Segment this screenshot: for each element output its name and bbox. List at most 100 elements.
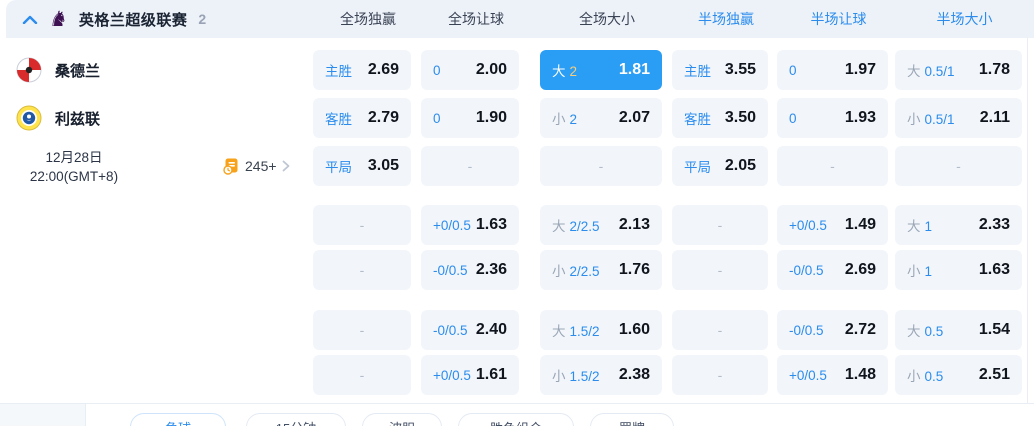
over-under-line: 1 [924,219,933,234]
league-header: ♞ 英格兰超级联赛 2 全场独赢 全场让球 全场大小 半场独赢 半场让球 半场大… [6,0,1034,38]
odds-cell[interactable]: 0 1.90 [421,98,519,138]
column-header-ft-overunder: 全场大小 [579,11,635,27]
more-markets-button[interactable]: 245+ [222,154,290,178]
vertical-divider [1027,38,1028,403]
odds-cell[interactable]: 客胜 2.79 [313,98,411,138]
odds-cell[interactable]: 大 1.5/2 1.60 [540,310,662,350]
odds-cell[interactable]: 大 0.5/1 1.78 [895,50,1022,90]
match-time: 22:00(GMT+8) [29,169,119,184]
markets-doc-icon [223,158,238,175]
chevron-right-icon [282,160,289,172]
odds-cell[interactable]: 客胜 3.50 [672,98,768,138]
odds-label: 小2 [552,108,577,128]
odds-cell[interactable]: +0/0.5 1.63 [421,205,519,245]
odds-cell-empty: - [672,355,768,395]
odds-cell[interactable]: 大 1 2.33 [895,205,1022,245]
odds-label: -0/0.5 [789,262,824,278]
odds-cell-empty: - [313,310,411,350]
odds-label: 主胜 [325,64,352,79]
market-pill-15min[interactable]: 15分钟 [246,413,346,426]
odds-cell[interactable]: 小 1 1.63 [895,250,1022,290]
odds-value: 2.07 [618,109,650,126]
odds-cell-empty: - [672,310,768,350]
market-pill-correct-score[interactable]: 波胆 [362,413,442,426]
odds-cell-selected[interactable]: 大 2 1.81 [540,50,662,90]
odds-cell[interactable]: -0/0.5 2.40 [421,310,519,350]
empty-odds-placeholder: - [717,322,723,338]
odds-cell[interactable]: -0/0.5 2.72 [777,310,888,350]
odds-cell[interactable]: 0 1.93 [777,98,888,138]
odds-cell[interactable]: 大 2/2.5 2.13 [540,205,662,245]
odds-cell[interactable]: 小 2/2.5 1.76 [540,250,662,290]
over-under-line: 0.5 [924,369,944,384]
odds-cell[interactable]: 小 2 2.07 [540,98,662,138]
column-header-ht-handicap: 半场让球 [810,11,867,27]
over-under-side: 小 [907,264,921,279]
match-count: 2 [198,11,207,27]
match-datetime: 12月28日 22:00(GMT+8) [8,148,140,186]
market-pill-corners[interactable]: 角球 [130,413,226,426]
odds-value: 2.69 [844,261,876,278]
column-header-ft-handicap: 全场让球 [448,11,504,27]
odds-value: 3.05 [367,157,399,174]
collapse-chevron-up-icon[interactable] [22,15,38,24]
odds-cell[interactable]: +0/0.5 1.49 [777,205,888,245]
home-team-crest-icon [16,57,42,83]
odds-label: 0 [789,110,797,126]
empty-odds-placeholder: - [359,367,365,383]
odds-value: 1.49 [844,216,876,233]
market-pill-cards[interactable]: 罚牌 [590,413,674,426]
odds-value: 2.69 [367,61,399,78]
odds-cell[interactable]: 0 2.00 [421,50,519,90]
odds-cell[interactable]: 小 0.5 2.51 [895,355,1022,395]
odds-label: -0/0.5 [433,322,468,338]
over-under-side: 小 [907,369,921,384]
odds-label: +0/0.5 [789,367,827,383]
odds-value: 1.81 [618,61,650,78]
odds-cell-empty: - [313,205,411,245]
league-title: 英格兰超级联赛 [78,11,188,29]
odds-cell[interactable]: -0/0.5 2.69 [777,250,888,290]
empty-odds-placeholder: - [598,158,604,174]
over-under-side: 小 [552,112,566,127]
odds-label: 主胜 [684,64,711,79]
odds-cell[interactable]: 小 0.5/1 2.11 [895,98,1022,138]
odds-cell[interactable]: -0/0.5 2.36 [421,250,519,290]
odds-value: 1.93 [844,109,876,126]
odds-value: 1.76 [618,261,650,278]
empty-odds-placeholder: - [717,367,723,383]
odds-cell-empty: - [313,355,411,395]
column-header-ht-overunder: 半场大小 [936,11,993,27]
empty-odds-placeholder: - [830,158,835,174]
odds-label: +0/0.5 [789,217,827,233]
odds-cell[interactable]: +0/0.5 1.61 [421,355,519,395]
over-under-line: 1.5/2 [569,324,600,339]
match-date: 12月28日 [45,150,103,165]
odds-label: 0 [433,110,441,126]
odds-cell[interactable]: 平局 3.05 [313,146,411,186]
odds-cell[interactable]: +0/0.5 1.48 [777,355,888,395]
away-team-row: 利兹联 [16,98,100,138]
odds-value: 2.05 [724,157,756,174]
over-under-line: 1.5/2 [569,369,600,384]
odds-cell[interactable]: 主胜 2.69 [313,50,411,90]
odds-value: 2.00 [475,61,507,78]
column-header-ht-win: 半场独赢 [698,11,754,27]
odds-cell[interactable]: 小 1.5/2 2.38 [540,355,662,395]
odds-label: 小 0.5/1 [907,108,955,128]
odds-cell[interactable]: 主胜 3.55 [672,50,768,90]
odds-cell-empty: - [540,146,662,186]
odds-cell[interactable]: 平局 2.05 [672,146,768,186]
over-under-line: 2/2.5 [569,219,600,234]
odds-cell-empty: - [672,205,768,245]
empty-odds-placeholder: - [717,217,723,233]
odds-cell-empty: - [672,250,768,290]
odds-value: 2.33 [978,216,1010,233]
over-under-side: 大 [552,64,566,79]
market-pill-result-combo[interactable]: 胜负组合 [458,413,574,426]
odds-value: 1.63 [475,216,507,233]
over-under-line: 2/2.5 [569,264,600,279]
odds-cell[interactable]: 大 0.5 1.54 [895,310,1022,350]
odds-cell[interactable]: 0 1.97 [777,50,888,90]
odds-label: 小 1.5/2 [552,365,600,385]
